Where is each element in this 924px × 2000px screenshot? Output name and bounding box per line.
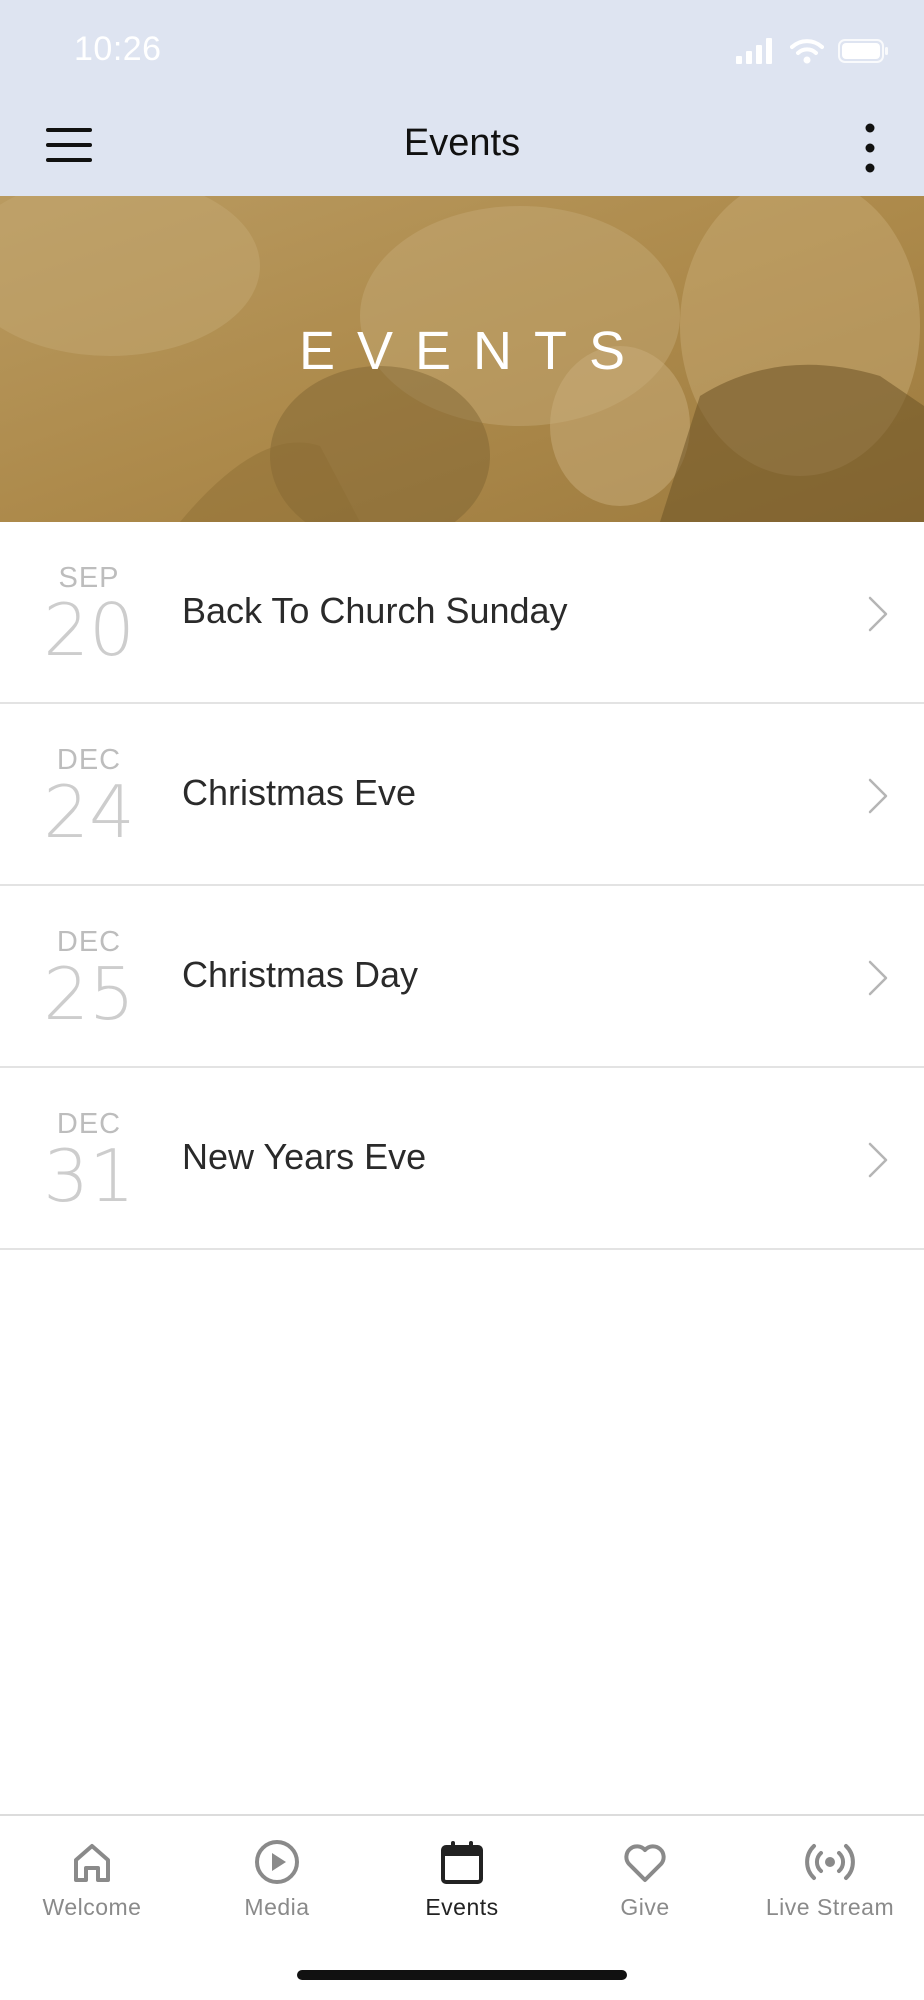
tab-label: Give (620, 1894, 670, 1920)
events-screen: 10:26 Events EVENTS SEP 20 Back To Churc… (0, 0, 924, 2000)
event-row[interactable]: DEC 31 New Years Eve (0, 1068, 924, 1250)
tab-label: Events (425, 1894, 499, 1920)
event-list: SEP 20 Back To Church Sunday DEC 24 Chri… (0, 522, 924, 1250)
chevron-right-icon (868, 1142, 888, 1178)
tab-label: Media (244, 1894, 310, 1920)
event-row[interactable]: SEP 20 Back To Church Sunday (0, 522, 924, 704)
status-time: 10:26 (74, 30, 162, 68)
chevron-right-icon (868, 596, 888, 632)
event-day: 24 (43, 770, 135, 854)
tab-live-stream[interactable]: Live Stream (738, 1838, 922, 1921)
status-icons (736, 38, 890, 64)
wifi-icon (790, 39, 824, 64)
chevron-right-icon (868, 778, 888, 814)
event-title: Christmas Eve (182, 772, 417, 813)
broadcast-icon (805, 1844, 855, 1880)
top-bar: 10:26 Events (0, 0, 924, 196)
event-row[interactable]: DEC 25 Christmas Day (0, 886, 924, 1068)
event-title: New Years Eve (182, 1136, 427, 1177)
page-title: Events (403, 122, 521, 164)
event-title: Back To Church Sunday (182, 590, 568, 631)
battery-icon (838, 39, 888, 63)
home-icon (74, 1844, 110, 1882)
hero-banner: EVENTS (0, 196, 924, 522)
signal-icon (736, 38, 772, 64)
chevron-right-icon (868, 960, 888, 996)
tab-welcome[interactable]: Welcome (0, 1838, 184, 1921)
vertical-more-icon (865, 123, 875, 173)
tab-label: Welcome (42, 1894, 142, 1920)
event-title: Christmas Day (182, 954, 419, 995)
event-day: 31 (43, 1134, 135, 1218)
tab-events[interactable]: Events (370, 1838, 554, 1921)
tab-label: Live Stream (765, 1894, 895, 1920)
event-row[interactable]: DEC 24 Christmas Eve (0, 704, 924, 886)
home-indicator (297, 1970, 627, 1980)
tab-give[interactable]: Give (553, 1838, 737, 1921)
play-circle-icon (255, 1840, 299, 1884)
calendar-icon (441, 1841, 483, 1884)
event-day: 25 (43, 952, 135, 1036)
more-options-button[interactable] (860, 120, 880, 176)
heart-icon (624, 1844, 666, 1882)
event-day: 20 (43, 588, 135, 672)
tab-media[interactable]: Media (185, 1838, 369, 1921)
hero-title: EVENTS (298, 321, 648, 381)
